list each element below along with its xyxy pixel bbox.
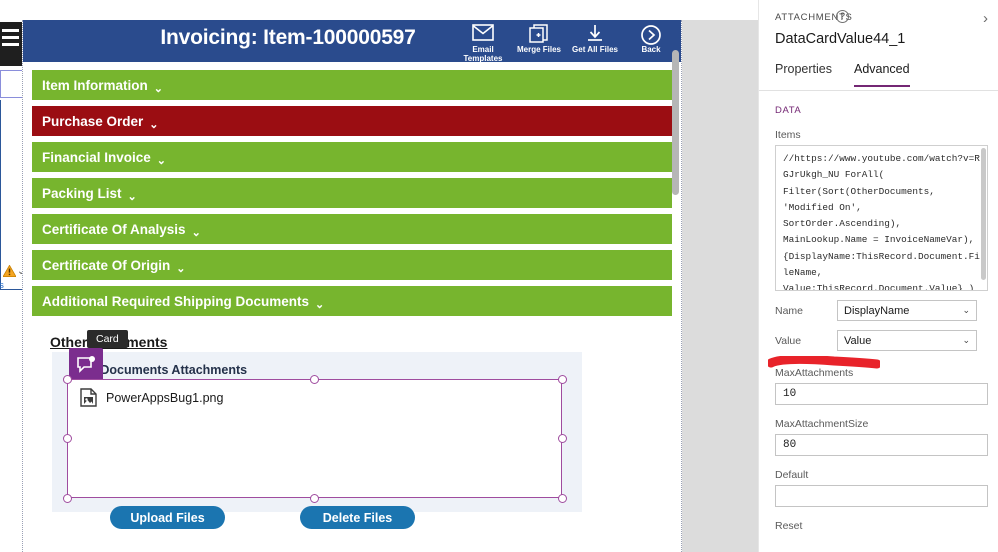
items-formula-editor[interactable]: //https://www.youtube.com/watch?v=RGJrUk…: [775, 145, 988, 291]
max-attachments-label: MaxAttachments: [775, 367, 854, 379]
upload-files-button[interactable]: Upload Files: [110, 506, 225, 529]
app-canvas[interactable]: Invoicing: Item-100000597 Email Template…: [22, 20, 758, 552]
name-field-select[interactable]: DisplayName ⌄: [837, 300, 977, 321]
section-bar-packing-list[interactable]: Packing List ⌄: [32, 178, 672, 208]
selected-control-name: DataCardValue44_1: [775, 31, 906, 47]
chevron-right-icon[interactable]: ›: [983, 10, 988, 27]
attachments-control[interactable]: PowerAppsBug1.png: [67, 379, 562, 498]
merge-files-label: Merge Files: [516, 45, 561, 54]
chevron-down-icon: ⌄: [191, 226, 201, 239]
panel-header: ATTACHMENTS ? › DataCardValue44_1: [759, 0, 998, 62]
hamburger-menu-icon[interactable]: eps: [0, 22, 22, 78]
resize-handle-middle-right[interactable]: [558, 434, 567, 443]
chevron-down-icon: ⌄: [962, 335, 970, 345]
download-arrow-icon: [567, 21, 623, 45]
chevron-down-icon: ⌄: [176, 262, 186, 275]
resize-handle-top-center[interactable]: [310, 375, 319, 384]
merge-files-button[interactable]: Merge Files: [511, 21, 567, 63]
tree-item-list[interactable]: ⌄: [0, 100, 22, 290]
merge-pages-plus-icon: [511, 21, 567, 45]
value-field-row: Value Value ⌄: [775, 330, 998, 351]
header-action-group: Email Templates Merge Files Get All File…: [455, 21, 679, 63]
max-attachment-size-input[interactable]: 80: [775, 434, 988, 456]
section-bar-additional-shipping-documents[interactable]: Additional Required Shipping Documents ⌄: [32, 286, 672, 316]
back-button[interactable]: Back: [623, 21, 679, 63]
circled-chevron-right-icon: [623, 21, 679, 45]
items-field-label: Items: [775, 129, 801, 141]
section-label: Certificate Of Origin: [42, 257, 171, 273]
tab-advanced[interactable]: Advanced: [853, 62, 910, 87]
email-templates-label: Email Templates: [463, 45, 503, 63]
section-label: Additional Required Shipping Documents: [42, 293, 310, 309]
get-all-files-label: Get All Files: [572, 45, 618, 54]
tree-view-sidebar[interactable]: eps ⌄ ments: [0, 0, 22, 552]
section-bar-item-information[interactable]: Item Information ⌄: [32, 70, 672, 100]
reset-label: Reset: [775, 520, 803, 532]
section-label: Purchase Order: [42, 113, 144, 129]
default-label: Default: [775, 469, 809, 481]
value-field-value: Value: [844, 334, 872, 347]
resize-handle-bottom-right[interactable]: [558, 494, 567, 503]
resize-handle-top-left[interactable]: [63, 375, 72, 384]
app-root: eps ⌄ ments Invoicing: Item-100000597: [0, 0, 998, 552]
panel-divider: [759, 90, 998, 91]
get-all-files-button[interactable]: Get All Files: [567, 21, 623, 63]
resize-handle-middle-left[interactable]: [63, 434, 72, 443]
help-question-icon[interactable]: ?: [836, 10, 849, 23]
section-label: Item Information: [42, 77, 148, 93]
card-tooltip: Card: [87, 330, 128, 348]
attachments-control-label: r Documents Attachments: [92, 363, 248, 377]
resize-handle-top-right[interactable]: [558, 375, 567, 384]
app-header-bar: Invoicing: Item-100000597 Email Template…: [23, 20, 681, 63]
max-attachments-input[interactable]: 10: [775, 383, 988, 405]
attachment-list-item[interactable]: PowerAppsBug1.png: [80, 388, 223, 407]
data-group-label: DATA: [775, 105, 802, 116]
section-bar-purchase-order[interactable]: Purchase Order ⌄: [32, 106, 672, 136]
chevron-down-icon: ⌄: [962, 305, 970, 315]
warning-triangle-icon: [3, 265, 16, 277]
section-label: Financial Invoice: [42, 149, 151, 165]
chevron-down-icon: ⌄: [315, 298, 325, 311]
section-bar-certificate-of-analysis[interactable]: Certificate Of Analysis ⌄: [32, 214, 672, 244]
tab-properties[interactable]: Properties: [775, 62, 832, 87]
name-field-label: Name: [775, 304, 804, 317]
name-field-value: DisplayName: [844, 304, 910, 317]
section-label: Certificate Of Analysis: [42, 221, 186, 237]
panel-tab-list: Properties Advanced: [775, 62, 998, 87]
section-bar-certificate-of-origin[interactable]: Certificate Of Origin ⌄: [32, 250, 672, 280]
max-attachment-size-label: MaxAttachmentSize: [775, 418, 869, 430]
chevron-down-icon: ⌄: [156, 154, 167, 167]
tree-search-input[interactable]: [0, 70, 22, 98]
email-templates-button[interactable]: Email Templates: [455, 21, 511, 63]
image-file-icon: [80, 388, 97, 407]
envelope-icon: [455, 21, 511, 45]
section-label: Packing List: [42, 185, 122, 201]
items-formula-text: //https://www.youtube.com/watch?v=RGJrUk…: [783, 153, 980, 291]
name-field-row: Name DisplayName ⌄: [775, 300, 998, 321]
value-field-select[interactable]: Value ⌄: [837, 330, 977, 351]
comment-badge-icon[interactable]: [69, 348, 103, 382]
chevron-down-icon: ⌄: [153, 82, 163, 95]
chevron-down-icon: ⌄: [127, 190, 137, 203]
page-title: Invoicing: Item-100000597: [160, 26, 416, 49]
properties-panel: ATTACHMENTS ? › DataCardValue44_1 Proper…: [758, 0, 998, 552]
tree-item-label[interactable]: ments: [0, 280, 22, 291]
formula-scrollbar[interactable]: [981, 148, 986, 280]
delete-files-button[interactable]: Delete Files: [300, 506, 415, 529]
resize-handle-bottom-center[interactable]: [310, 494, 319, 503]
value-field-label: Value: [775, 334, 802, 347]
back-label: Back: [641, 45, 661, 54]
default-input[interactable]: [775, 485, 988, 507]
section-bar-financial-invoice[interactable]: Financial Invoice ⌄: [32, 142, 672, 172]
resize-handle-bottom-left[interactable]: [63, 494, 72, 503]
canvas-scrollbar[interactable]: [672, 50, 679, 195]
chevron-down-icon: ⌄: [149, 118, 159, 131]
attachment-file-name: PowerAppsBug1.png: [106, 390, 224, 405]
